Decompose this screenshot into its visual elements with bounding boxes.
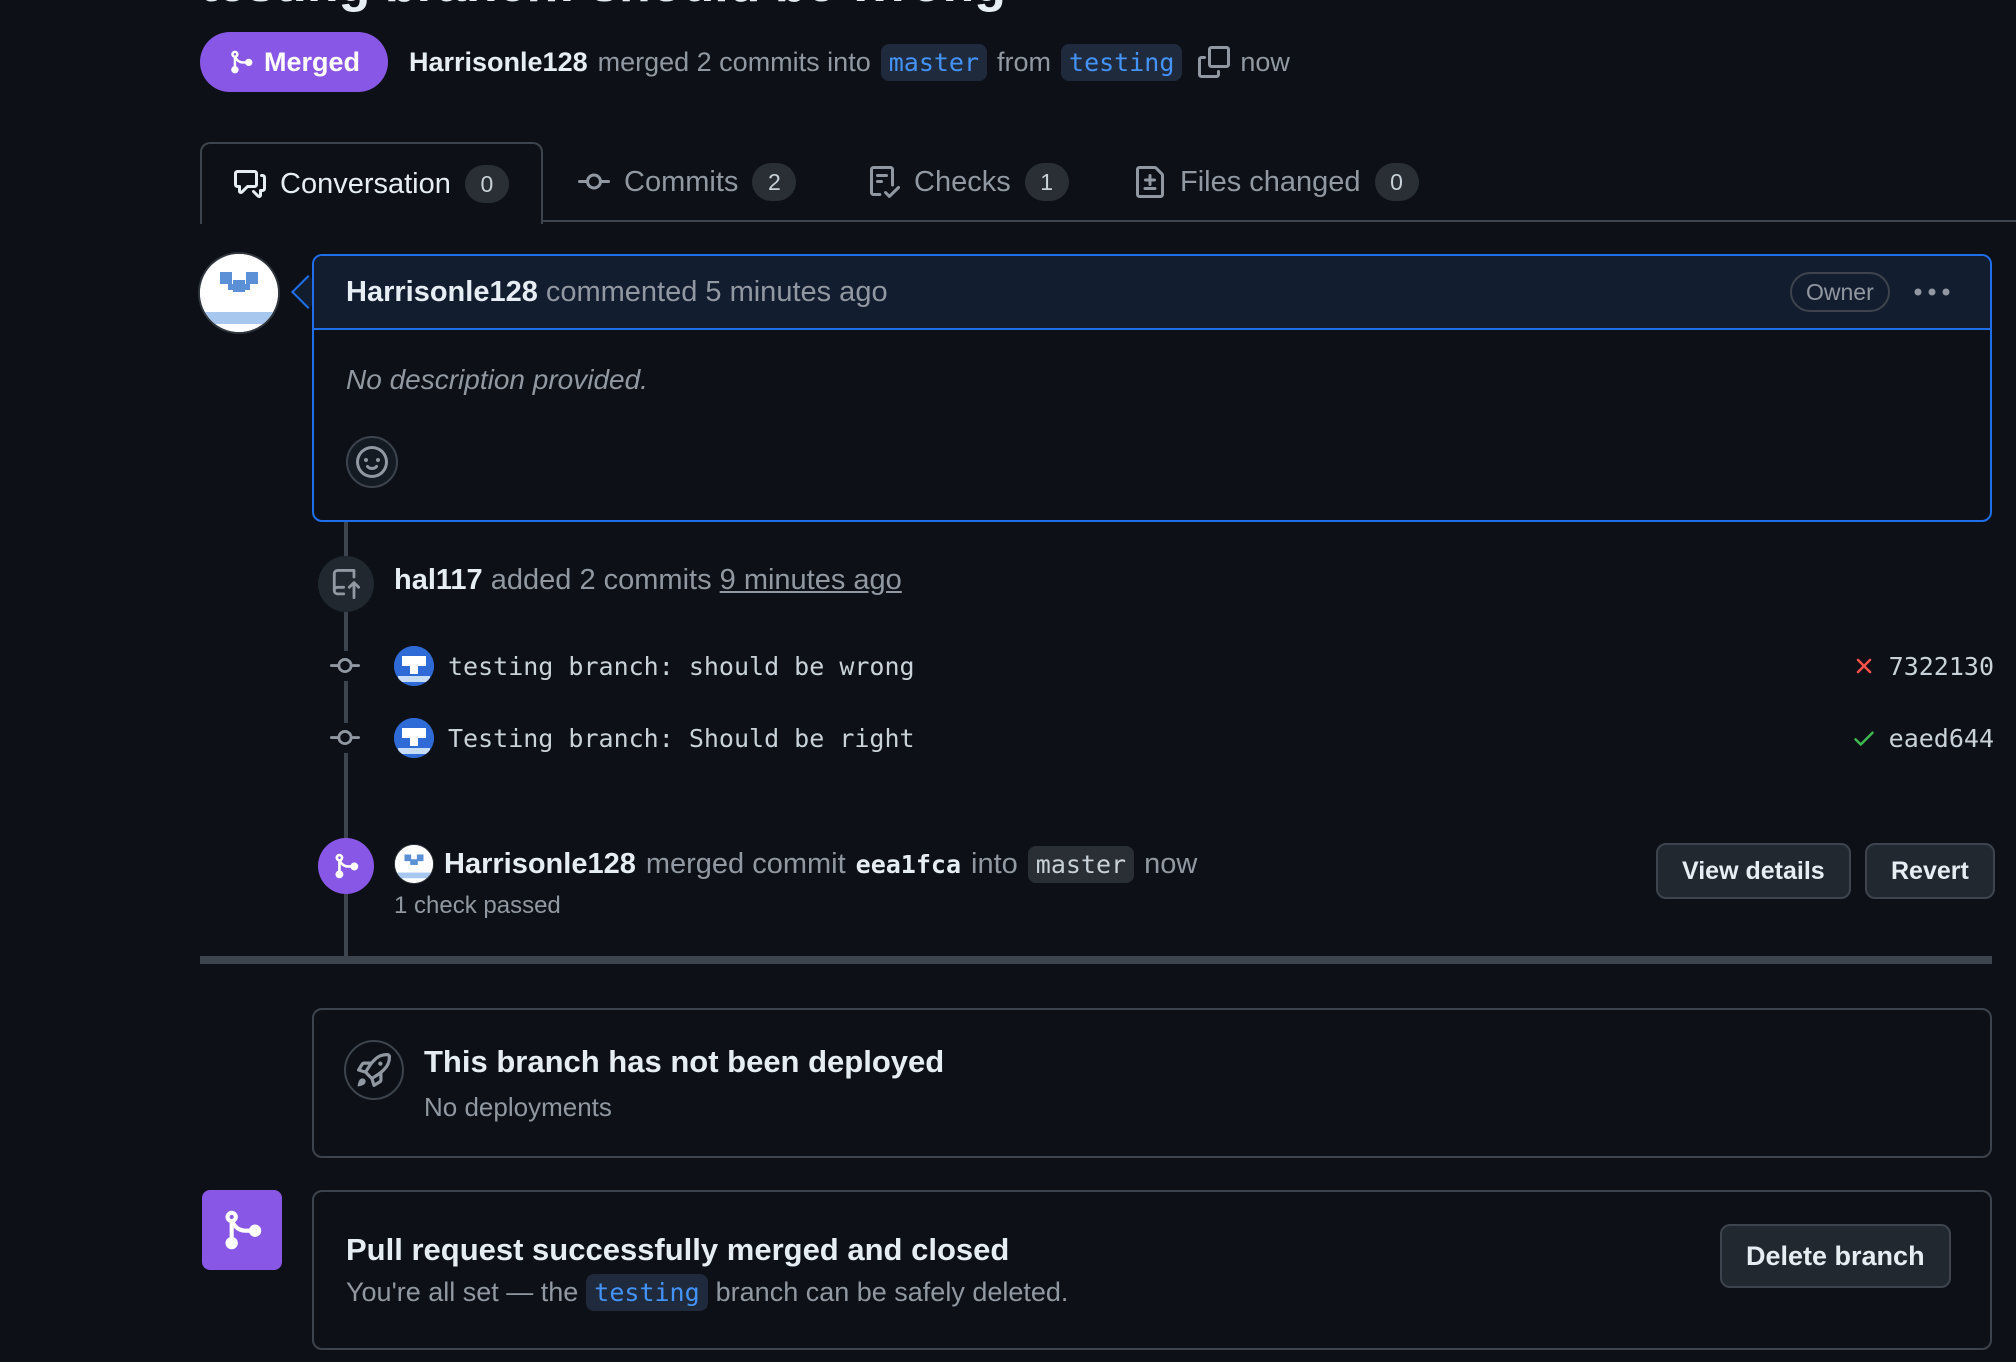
into-text: into <box>971 847 1018 880</box>
tab-label: Checks <box>914 165 1011 198</box>
x-icon[interactable] <box>1851 653 1877 679</box>
add-reaction-button[interactable] <box>346 436 398 488</box>
commit-sha-link[interactable]: eaed644 <box>1889 724 1994 753</box>
merge-status-text-after: branch can be safely deleted. <box>715 1277 1069 1307</box>
git-merge-icon <box>202 1190 282 1270</box>
merge-actor[interactable]: Harrisonle128 <box>444 848 636 881</box>
comment-action: commented 5 minutes ago <box>545 275 888 308</box>
copy-icon[interactable] <box>1198 46 1231 78</box>
tab-label: Commits <box>624 165 739 198</box>
tab-files-changed[interactable]: Files changed 0 <box>1134 142 1419 222</box>
merge-event-time: now <box>1144 847 1198 880</box>
commit-message-link[interactable]: Testing branch: Should be right <box>448 724 1851 753</box>
checklist-icon <box>868 166 900 198</box>
push-actor[interactable]: hal117 <box>394 564 483 596</box>
commit-message-link[interactable]: testing branch: should be wrong <box>448 652 1851 681</box>
merge-status-subtitle: You're all set — the testing branch can … <box>346 1274 1068 1311</box>
check-icon[interactable] <box>1851 725 1877 751</box>
repo-push-icon <box>318 556 374 612</box>
smiley-icon <box>356 446 388 478</box>
avatar[interactable] <box>394 646 434 686</box>
deployment-card <box>312 1008 1992 1158</box>
comment-author[interactable]: Harrisonle128 <box>346 276 538 309</box>
deployment-title: This branch has not been deployed <box>424 1044 945 1079</box>
git-commit-icon <box>330 651 360 681</box>
rocket-icon <box>344 1040 404 1100</box>
target-branch[interactable]: master <box>1027 845 1135 883</box>
comment-header: Harrisonle128 commented 5 minutes ago <box>314 256 1990 330</box>
commit-row: testing branch: should be wrong 7322130 <box>330 646 1994 686</box>
tab-checks[interactable]: Checks 1 <box>868 142 1069 222</box>
merge-event-text: Harrisonle128 merged commit eea1fca into… <box>394 844 1197 884</box>
commit-status: 7322130 <box>1851 652 1994 681</box>
merged-state-badge: Merged <box>200 32 389 92</box>
pr-meta: Harrisonle128 merged 2 commits into mast… <box>409 28 1290 96</box>
avatar[interactable] <box>394 844 434 884</box>
revert-button[interactable]: Revert <box>1865 843 1995 899</box>
timeline-end-separator <box>200 956 1992 964</box>
head-branch[interactable]: testing <box>1061 43 1183 81</box>
file-diff-icon <box>1134 166 1166 198</box>
avatar[interactable] <box>198 252 280 334</box>
push-time-link[interactable]: 9 minutes ago <box>720 564 902 596</box>
merge-commit-sha[interactable]: eea1fca <box>856 850 961 879</box>
kebab-menu-icon[interactable] <box>1912 280 1952 304</box>
tab-commits[interactable]: Commits 2 <box>578 142 797 222</box>
commit-row: Testing branch: Should be right eaed644 <box>330 718 1994 758</box>
push-action: added 2 commits <box>490 564 712 596</box>
comment-body: No description provided. <box>346 364 648 395</box>
tab-count: 1 <box>1024 163 1069 201</box>
owner-badge: Owner <box>1790 272 1890 312</box>
head-branch[interactable]: testing <box>586 1274 708 1311</box>
base-branch[interactable]: master <box>880 43 988 81</box>
merge-time: now <box>1240 46 1290 77</box>
push-event-text: hal117 added 2 commits 9 minutes ago <box>394 564 902 597</box>
git-commit-icon <box>330 723 360 753</box>
tab-label: Conversation <box>280 167 451 200</box>
pr-author-link[interactable]: Harrisonle128 <box>409 47 588 78</box>
tab-conversation[interactable]: Conversation 0 <box>200 142 543 224</box>
merge-action: merged commit <box>645 847 846 880</box>
merged-label: Merged <box>264 46 361 77</box>
merge-status-title: Pull request successfully merged and clo… <box>346 1232 1010 1267</box>
tab-count: 0 <box>1374 163 1419 201</box>
tab-count: 0 <box>464 165 509 203</box>
checks-passed-text: 1 check passed <box>394 892 561 919</box>
delete-branch-button[interactable]: Delete branch <box>1720 1224 1951 1288</box>
tab-label: Files changed <box>1180 165 1361 198</box>
commit-sha-link[interactable]: 7322130 <box>1889 652 1994 681</box>
comment-discussion-icon <box>234 168 266 200</box>
deployment-subtitle: No deployments <box>424 1092 612 1122</box>
git-merge-icon <box>318 838 374 894</box>
view-details-button[interactable]: View details <box>1656 843 1851 899</box>
git-merge-icon <box>228 48 254 76</box>
avatar[interactable] <box>394 718 434 758</box>
commit-status: eaed644 <box>1851 724 1994 753</box>
git-commit-icon <box>578 166 610 198</box>
merge-status-text-before: You're all set — the <box>346 1277 579 1307</box>
merged-text: merged 2 commits into <box>597 46 871 77</box>
from-text: from <box>997 46 1052 77</box>
tab-count: 2 <box>752 163 797 201</box>
pr-title: testing branch: should be wrong <box>200 0 1006 14</box>
